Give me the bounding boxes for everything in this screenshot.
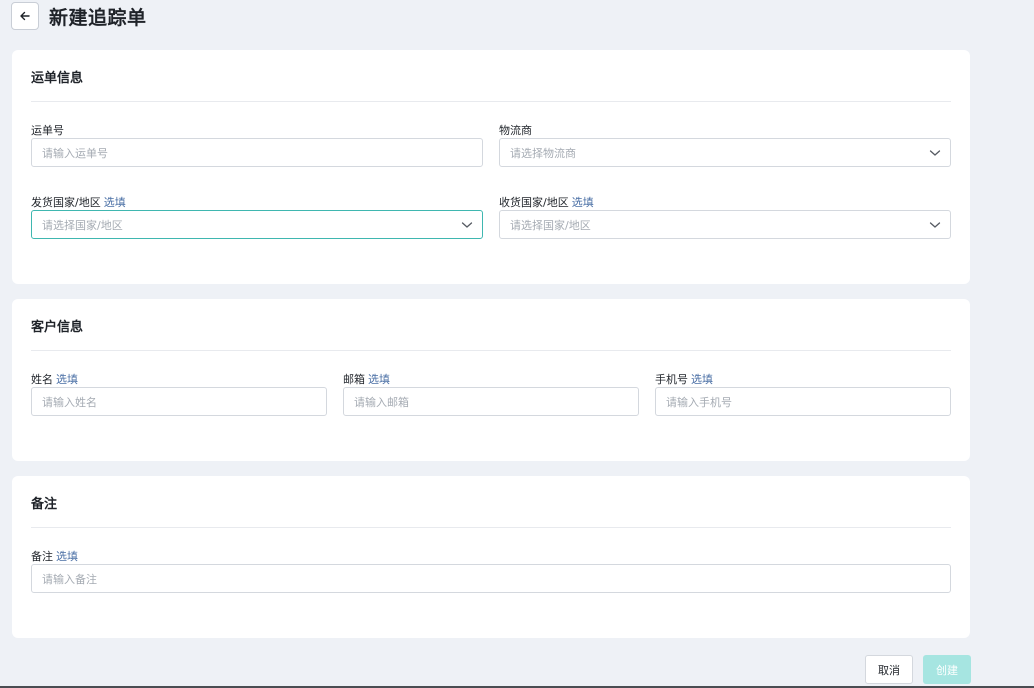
remark-divider bbox=[31, 527, 951, 528]
remark-section-title: 备注 bbox=[31, 497, 58, 512]
phone-label: 手机号 选填 bbox=[655, 373, 713, 386]
arrow-left-icon bbox=[20, 11, 30, 21]
carrier-field: 物流商 请选择物流商 bbox=[499, 122, 951, 168]
tracking-no-input[interactable]: 请输入运单号 bbox=[31, 138, 483, 167]
create-button[interactable]: 创建 bbox=[923, 655, 971, 684]
tracking-no-label: 运单号 bbox=[31, 124, 64, 137]
email-input[interactable]: 请输入邮箱 bbox=[343, 387, 639, 416]
page: 新建追踪单 运单信息 运单号 请输入运单号 物流商 请选择物流商 发货国家/地区… bbox=[0, 0, 1034, 688]
chevron-down-icon bbox=[929, 222, 941, 228]
origin-label: 发货国家/地区 选填 bbox=[31, 196, 126, 209]
name-field: 姓名 选填 请输入姓名 bbox=[31, 371, 327, 417]
destination-field: 收货国家/地区 选填 请选择国家/地区 bbox=[499, 194, 951, 240]
customer-divider bbox=[31, 350, 951, 351]
origin-select[interactable]: 请选择国家/地区 bbox=[31, 210, 483, 239]
email-field: 邮箱 选填 请输入邮箱 bbox=[343, 371, 639, 417]
back-button[interactable] bbox=[11, 2, 39, 30]
carrier-label: 物流商 bbox=[499, 124, 532, 137]
chevron-down-icon bbox=[929, 150, 941, 156]
optional-tag: 选填 bbox=[56, 373, 78, 386]
name-label: 姓名 选填 bbox=[31, 373, 78, 386]
name-input[interactable]: 请输入姓名 bbox=[31, 387, 327, 416]
optional-tag: 选填 bbox=[103, 196, 126, 209]
phone-field: 手机号 选填 请输入手机号 bbox=[655, 371, 951, 417]
optional-tag: 选填 bbox=[691, 373, 713, 386]
phone-input[interactable]: 请输入手机号 bbox=[655, 387, 951, 416]
waybill-section-title: 运单信息 bbox=[31, 71, 84, 86]
optional-tag: 选填 bbox=[571, 196, 594, 209]
destination-label: 收货国家/地区 选填 bbox=[499, 196, 594, 209]
optional-tag: 选填 bbox=[56, 550, 78, 563]
customer-card: 客户信息 姓名 选填 请输入姓名 邮箱 选填 请输入邮箱 手机号 选填 请输入手机号 bbox=[12, 299, 970, 461]
waybill-divider bbox=[31, 101, 951, 102]
destination-select[interactable]: 请选择国家/地区 bbox=[499, 210, 951, 239]
note-input[interactable]: 请输入备注 bbox=[31, 564, 951, 593]
customer-section-title: 客户信息 bbox=[31, 320, 84, 335]
tracking-no-field: 运单号 请输入运单号 bbox=[31, 122, 483, 168]
origin-field: 发货国家/地区 选填 请选择国家/地区 bbox=[31, 194, 483, 240]
optional-tag: 选填 bbox=[368, 373, 390, 386]
remark-card: 备注 备注 选填 请输入备注 bbox=[12, 476, 970, 638]
page-header: 新建追踪单 bbox=[11, 2, 147, 30]
carrier-select[interactable]: 请选择物流商 bbox=[499, 138, 951, 167]
note-label: 备注 选填 bbox=[31, 550, 78, 563]
note-field: 备注 选填 请输入备注 bbox=[31, 548, 951, 594]
chevron-down-icon bbox=[461, 222, 473, 228]
email-label: 邮箱 选填 bbox=[343, 373, 390, 386]
page-title: 新建追踪单 bbox=[49, 6, 147, 29]
cancel-button[interactable]: 取消 bbox=[865, 655, 913, 684]
waybill-card: 运单信息 运单号 请输入运单号 物流商 请选择物流商 发货国家/地区 选填 请选择… bbox=[12, 50, 970, 284]
